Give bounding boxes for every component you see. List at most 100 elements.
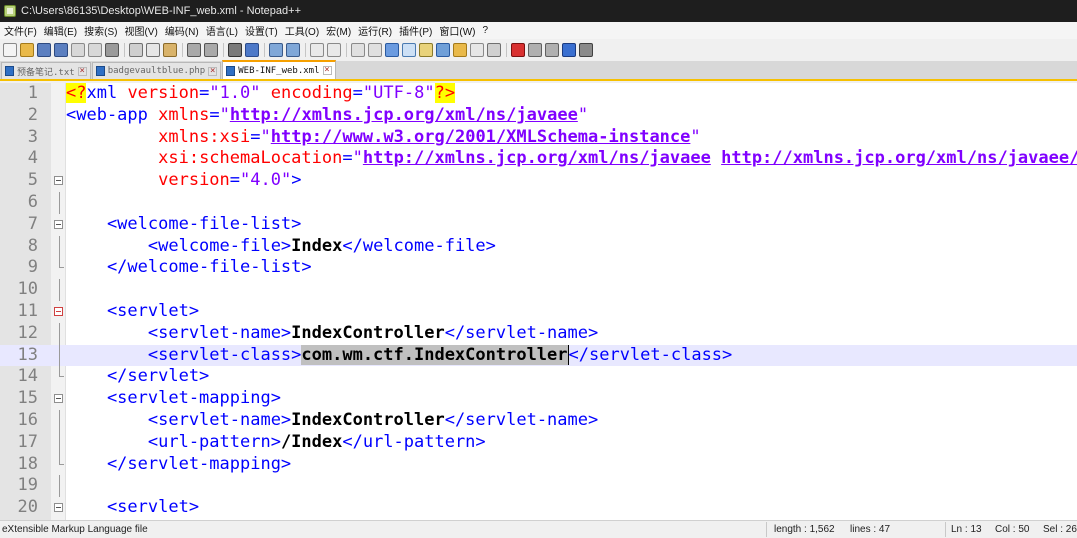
code-editor[interactable]: 1 <?xml version="1.0" encoding="UTF-8"?> 2… (0, 83, 1077, 520)
tab-close-icon[interactable]: × (208, 66, 218, 76)
menu-item[interactable]: 工具(O) (283, 23, 324, 38)
code-text[interactable]: <servlet-name>IndexController</servlet-n… (66, 323, 598, 345)
indent-guide-icon[interactable] (385, 43, 399, 57)
menu-item[interactable]: 宏(M) (324, 23, 356, 38)
code-text[interactable]: <servlet> (66, 497, 199, 519)
menu-item[interactable]: 编辑(E) (42, 23, 82, 38)
save-icon[interactable] (37, 43, 51, 57)
save-all-icon[interactable] (54, 43, 68, 57)
copy-icon[interactable] (146, 43, 160, 57)
code-line[interactable]: 2 <web-app xmlns="http://xmlns.jcp.org/xm… (0, 105, 1077, 127)
file-tab[interactable]: 预备笔记.txt × (1, 62, 91, 79)
udl-icon[interactable] (402, 43, 416, 57)
code-text[interactable]: <servlet-class>com.wm.ctf.IndexControlle… (66, 344, 733, 367)
code-line[interactable]: 10 (0, 279, 1077, 301)
close-all-icon[interactable] (88, 43, 102, 57)
zoom-out-icon[interactable] (286, 43, 300, 57)
code-text[interactable]: <welcome-file-list> (66, 214, 301, 236)
code-text[interactable]: xsi:schemaLocation="http://xmlns.jcp.org… (66, 148, 1077, 170)
new-file-icon[interactable] (3, 43, 17, 57)
file-icon (5, 66, 14, 76)
code-text[interactable]: <servlet> (66, 301, 199, 323)
sync-horizontal-icon[interactable] (327, 43, 341, 57)
code-text[interactable]: version="4.0"> (66, 170, 301, 192)
code-line[interactable]: 19 (0, 475, 1077, 498)
code-text[interactable]: <web-app xmlns="http://xmlns.jcp.org/xml… (66, 105, 588, 127)
code-line[interactable]: 6 (0, 192, 1077, 214)
code-line[interactable]: 5 version="4.0"> (0, 170, 1077, 192)
undo-icon[interactable] (187, 43, 201, 57)
code-line[interactable]: 8 <welcome-file>Index</welcome-file> (0, 235, 1077, 258)
doc-map-icon[interactable] (419, 43, 433, 57)
fold-toggle-icon[interactable] (54, 219, 63, 229)
sync-vertical-icon[interactable] (310, 43, 324, 57)
code-line[interactable]: 14 </servlet> (0, 366, 1077, 388)
code-line[interactable]: 17 <url-pattern>/Index</url-pattern> (0, 431, 1077, 454)
print-icon[interactable] (105, 43, 119, 57)
code-text[interactable]: <servlet-name>IndexController</servlet-n… (66, 410, 598, 432)
monitoring-icon[interactable] (470, 43, 484, 57)
menu-item[interactable]: 编码(N) (163, 23, 204, 38)
close-icon[interactable] (71, 43, 85, 57)
toolbar-separator (124, 43, 125, 57)
cut-icon[interactable] (129, 43, 143, 57)
replace-icon[interactable] (245, 43, 259, 57)
menu-item[interactable]: 运行(R) (356, 23, 397, 38)
paste-icon[interactable] (163, 43, 177, 57)
fold-toggle-icon[interactable] (54, 503, 63, 513)
file-tab[interactable]: badgevaultblue.php × (91, 62, 222, 79)
record-macro-icon[interactable] (511, 43, 525, 57)
line-number: 11 (17, 301, 38, 321)
code-text[interactable]: </servlet> (66, 366, 209, 388)
file-tab[interactable]: WEB-INF_web.xml × (222, 60, 336, 79)
run-macro-multiple-icon[interactable] (562, 43, 576, 57)
stop-record-icon[interactable] (528, 43, 542, 57)
play-macro-icon[interactable] (545, 43, 559, 57)
code-line[interactable]: 15 <servlet-mapping> (0, 388, 1077, 410)
function-list-icon[interactable] (436, 43, 450, 57)
code-line[interactable]: 11 <servlet> (0, 301, 1077, 323)
menu-item[interactable]: 窗口(W) (437, 23, 480, 38)
menu-item[interactable]: 设置(T) (243, 23, 283, 38)
code-token: </servlet-class> (568, 344, 733, 365)
eye-icon[interactable] (487, 43, 501, 57)
code-line[interactable]: 18 </servlet-mapping> (0, 453, 1077, 476)
code-line[interactable]: 4 xsi:schemaLocation="http://xmlns.jcp.o… (0, 148, 1077, 170)
code-text[interactable]: <?xml version="1.0" encoding="UTF-8"?> (66, 83, 456, 105)
tab-close-icon[interactable]: × (322, 66, 332, 75)
menu-item[interactable]: ? (481, 25, 494, 36)
code-line[interactable]: 12 <servlet-name>IndexController</servle… (0, 322, 1077, 345)
code-text[interactable]: </welcome-file-list> (66, 257, 312, 279)
code-text[interactable]: <welcome-file>Index</welcome-file> (66, 236, 496, 258)
fold-toggle-icon[interactable] (54, 307, 63, 316)
fold-toggle-icon[interactable] (54, 176, 63, 186)
line-number: 6 (27, 192, 38, 212)
code-line[interactable]: 13 <servlet-class>com.wm.ctf.IndexContro… (0, 344, 1077, 367)
code-text[interactable]: </servlet-mapping> (66, 454, 291, 476)
code-line[interactable]: 3 xmlns:xsi="http://www.w3.org/2001/XMLS… (0, 127, 1077, 149)
folder-workspace-icon[interactable] (453, 43, 467, 57)
code-text[interactable]: <servlet-mapping> (66, 388, 281, 410)
menu-item[interactable]: 插件(P) (397, 23, 437, 38)
code-line[interactable]: 1 <?xml version="1.0" encoding="UTF-8"?> (0, 83, 1077, 105)
zoom-in-icon[interactable] (269, 43, 283, 57)
redo-icon[interactable] (204, 43, 218, 57)
word-wrap-icon[interactable] (351, 43, 365, 57)
menu-item[interactable]: 语言(L) (204, 23, 243, 38)
menu-item[interactable]: 视图(V) (122, 23, 162, 38)
menu-item[interactable]: 文件(F) (2, 23, 42, 38)
code-line[interactable]: 7 <welcome-file-list> (0, 214, 1077, 236)
open-file-icon[interactable] (20, 43, 34, 57)
code-line[interactable]: 16 <servlet-name>IndexController</servle… (0, 410, 1077, 432)
code-text[interactable]: <url-pattern>/Index</url-pattern> (66, 432, 486, 454)
save-macro-icon[interactable] (579, 43, 593, 57)
code-line[interactable]: 20 <servlet> (0, 497, 1077, 519)
code-line[interactable]: 9 </welcome-file-list> (0, 257, 1077, 279)
menu-item[interactable]: 搜索(S) (82, 23, 122, 38)
tab-close-icon[interactable]: × (77, 66, 87, 76)
tab-label: badgevaultblue.php (107, 66, 206, 76)
code-text[interactable]: xmlns:xsi="http://www.w3.org/2001/XMLSch… (66, 127, 701, 149)
find-icon[interactable] (228, 43, 242, 57)
show-all-chars-icon[interactable] (368, 43, 382, 57)
fold-toggle-icon[interactable] (54, 394, 63, 404)
